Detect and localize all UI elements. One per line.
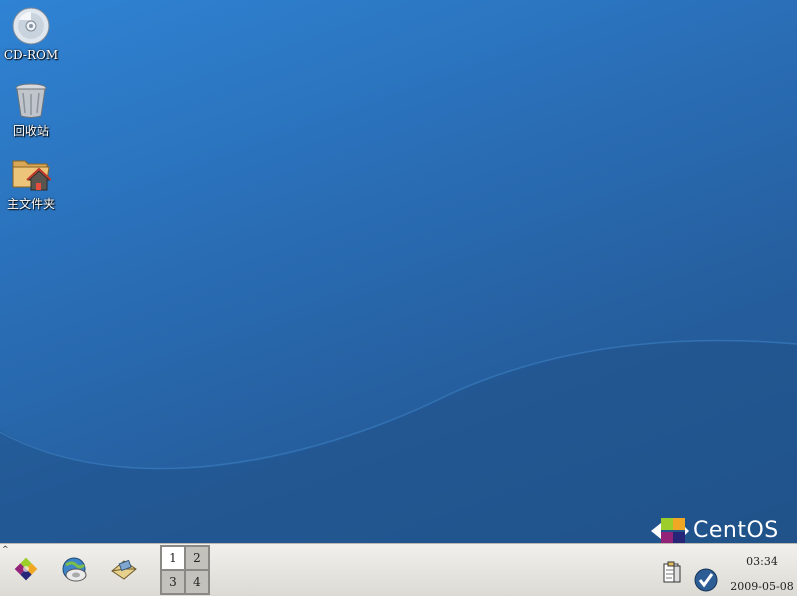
email-icon (111, 559, 137, 580)
clipboard-icon (663, 561, 681, 583)
main-menu-icon (14, 557, 38, 581)
trash-icon (15, 83, 47, 118)
desktop-icon-cdrom[interactable]: CD-ROM (0, 6, 62, 62)
desktop-background: CD-ROM 回收站 主文件夹 CentOS (0, 0, 797, 543)
desktop-icon-label: 回收站 (12, 124, 49, 138)
web-browser-launcher[interactable] (58, 553, 90, 585)
centos-logo: CentOS (648, 515, 788, 543)
update-check-icon (694, 568, 718, 592)
clock-time[interactable]: 03:34 (728, 555, 796, 568)
centos-wordmark: CentOS (693, 518, 779, 543)
workspace-switcher: 1 2 3 4 (160, 545, 210, 595)
centos-emblem-icon (651, 518, 689, 543)
home-folder-icon (12, 160, 51, 191)
email-launcher[interactable] (108, 553, 140, 585)
workspace-2[interactable]: 2 (185, 546, 209, 570)
desktop-icon-home-folder[interactable]: 主文件夹 (0, 153, 62, 212)
workspace-3[interactable]: 3 (161, 570, 185, 594)
update-check-applet[interactable] (694, 568, 718, 592)
desktop-icon-label: CD-ROM (3, 48, 59, 62)
desktop-icon-label: 主文件夹 (6, 197, 55, 211)
clipboard-applet[interactable] (660, 560, 684, 584)
workspace-1[interactable]: 1 (161, 546, 185, 570)
clock-date[interactable]: 2009-05-08 (728, 580, 796, 593)
cdrom-icon (12, 7, 50, 45)
workspace-4[interactable]: 4 (185, 570, 209, 594)
main-menu-button[interactable] (10, 553, 42, 585)
desktop-icon-trash[interactable]: 回收站 (0, 80, 62, 139)
panel-menu-arrow[interactable]: ^ (2, 545, 9, 554)
web-browser-icon (62, 557, 87, 582)
desktop-wave (0, 339, 797, 543)
